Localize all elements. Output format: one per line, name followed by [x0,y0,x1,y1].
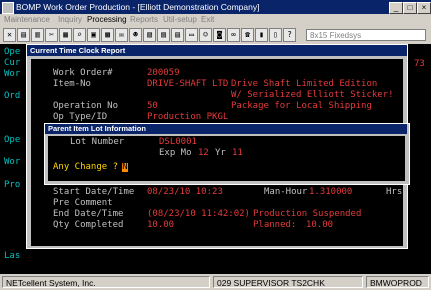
work-order-value: 200059 [147,68,180,78]
menu-exit[interactable]: Exit [201,14,214,26]
bg-line: Wor [4,69,21,79]
phone-icon[interactable]: ☎ [241,28,254,42]
qty-value: 10.00 [147,220,175,230]
item-value: DRIVE-SHAFT LTD [147,79,229,89]
status-session: 029 SUPERVISOR TS2CHK [213,276,363,288]
camera-icon[interactable]: ◙ [213,28,226,42]
bg-line: Las [4,251,21,261]
item-desc-1: Drive Shaft Limited Edition [231,79,378,89]
users-icon[interactable]: ☻ [129,28,142,42]
end-value: (08/23/10 11:42:02) [147,209,250,219]
bg-line: Cur [4,58,21,68]
menu-reports[interactable]: Reports [130,14,158,26]
end-label: End Date/Time [53,209,124,219]
book-icon[interactable]: ▮ [255,28,268,42]
maximize-button[interactable]: □ [403,2,417,14]
menu-maintenance[interactable]: Maintenance [4,14,50,26]
lot-number-value: DSL0001 [159,137,197,147]
start-value: 08/23/10 10:23 [147,187,223,197]
paste-icon[interactable]: ▥ [31,28,44,42]
bg-line: Ope [4,135,21,145]
bg-line: Ope [4,47,21,57]
menu-processing[interactable]: Processing [87,14,127,26]
status-program: BMWOPROD [366,276,429,288]
dialog-title: Current Time Clock Report [27,45,407,56]
calculator-icon[interactable]: ▣ [87,28,100,42]
folder-icon[interactable]: ▭ [185,28,198,42]
operation-label: Operation No [53,101,119,111]
any-change-input[interactable]: N [122,162,128,172]
man-hour-value: 1.310000 [309,187,353,197]
cut-icon[interactable]: ✂ [45,28,58,42]
menu-bar: Maintenance Inquiry Processing Reports U… [0,14,431,26]
exp-mo-label: Exp Mo [159,148,192,158]
bg-right-text: 73 [414,59,425,69]
window-title: BOMP Work Order Production - [Elliott De… [16,2,260,12]
lot-info-dialog: Parent Item Lot Information Lot Number D… [44,123,410,185]
title-bar: BOMP Work Order Production - [Elliott De… [0,0,431,14]
item-desc-3: Package for Local Shipping [231,101,372,111]
status-bar: NETcellent System, Inc. 029 SUPERVISOR T… [0,274,431,290]
hrs-label: Hrs [386,187,403,197]
bg-line: Ord [4,91,21,101]
man-hour-label: Man-Hour [264,187,308,197]
bg-line: Wor [4,157,21,167]
calendar-icon[interactable]: ▩ [101,28,114,42]
person-icon[interactable]: ☺ [199,28,212,42]
work-order-label: Work Order# [53,68,113,78]
item-label: Item-No [53,79,91,89]
help-icon[interactable]: ? [283,28,296,42]
qty-label: Qty Completed [53,220,124,230]
any-change-prompt: Any Change ? [53,162,119,172]
start-label: Start Date/Time [53,187,135,197]
end-status: Production Suspended [253,209,362,219]
glasses-icon[interactable]: ∞ [227,28,240,42]
op-type-label: Op Type/ID [53,112,108,122]
exp-yr-value: 11 [232,148,243,158]
font-select[interactable]: 8x15 Fixedsys [306,29,426,41]
planned-value: 10.00 [306,220,334,230]
notes-icon[interactable]: ▧ [143,28,156,42]
lot-info-title: Parent Item Lot Information [45,124,407,134]
planned-label: Planned: [253,220,297,230]
item-desc-2: W/ Serialized Elliott Sticker! [231,90,394,100]
op-type-value: Production PKGL [147,112,229,122]
copy-icon[interactable]: ▤ [17,28,30,42]
exp-yr-label: Yr [215,148,226,158]
cursor-value: N [122,162,128,172]
lot-info-body: Lot Number DSL0001 Exp Mo 12 Yr 11 Any C… [48,136,405,181]
mail-icon[interactable]: ✉ [115,28,128,42]
close-button[interactable]: × [417,2,431,14]
menu-util-setup[interactable]: Util-setup [163,14,197,26]
clipboard-icon[interactable]: ▯ [269,28,282,42]
status-company: NETcellent System, Inc. [2,276,210,288]
chart-icon[interactable]: ▨ [157,28,170,42]
search-icon[interactable]: ⌕ [73,28,86,42]
pre-comment-label: Pre Comment [53,198,113,208]
operation-value: 50 [147,101,158,111]
minimize-button[interactable]: _ [389,2,403,14]
lot-number-label: Lot Number [70,137,125,147]
print-icon[interactable]: ▦ [59,28,72,42]
bg-line: Pro [4,180,21,190]
exp-mo-value: 12 [198,148,209,158]
document-icon[interactable]: ▤ [171,28,184,42]
menu-inquiry[interactable]: Inquiry [58,14,82,26]
close-x-icon[interactable]: ✕ [3,28,16,42]
app-icon [2,2,14,14]
